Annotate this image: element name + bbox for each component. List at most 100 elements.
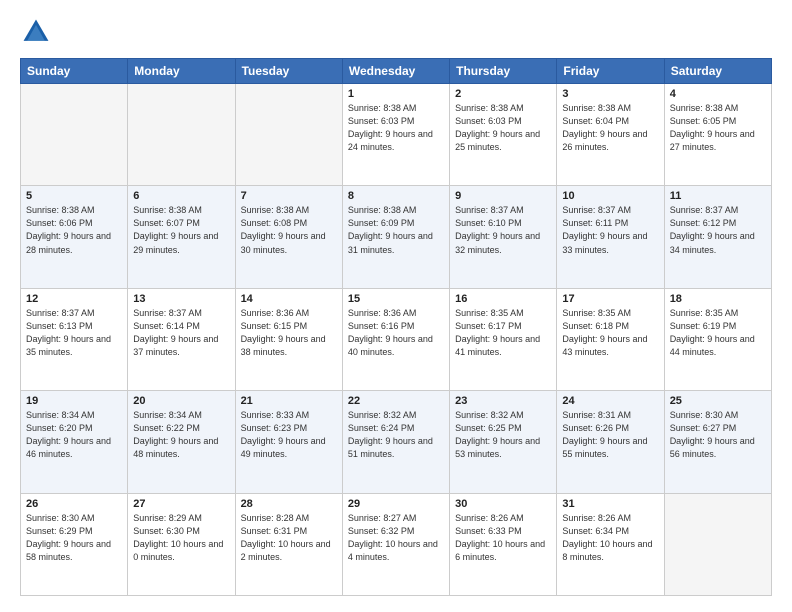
day-info: Sunrise: 8:28 AM Sunset: 6:31 PM Dayligh… xyxy=(241,512,337,564)
table-row: 4 Sunrise: 8:38 AM Sunset: 6:05 PM Daylig… xyxy=(664,84,771,186)
table-row: 24 Sunrise: 8:31 AM Sunset: 6:26 PM Dayli… xyxy=(557,391,664,493)
table-row: 29 Sunrise: 8:27 AM Sunset: 6:32 PM Dayli… xyxy=(342,493,449,595)
calendar-week-row: 1Sunrise: 8:38 AM Sunset: 6:03 PM Daylig… xyxy=(21,84,772,186)
table-row: 20Sunrise: 8:34 AM Sunset: 6:22 PM Dayli… xyxy=(128,391,235,493)
table-row: 10 Sunrise: 8:37 AM Sunset: 6:11 PM Dayli… xyxy=(557,186,664,288)
table-row: 16 Sunrise: 8:35 AM Sunset: 6:17 PM Dayli… xyxy=(450,288,557,390)
day-number: 9 xyxy=(455,190,551,202)
day-number: 19 xyxy=(26,395,122,407)
table-row: 27 Sunrise: 8:29 AM Sunset: 6:30 PM Dayli… xyxy=(128,493,235,595)
day-number: 27 xyxy=(133,498,229,510)
day-info: Sunrise: 8:26 AM Sunset: 6:34 PM Dayligh… xyxy=(562,512,658,564)
day-info: Sunrise: 8:38 AM Sunset: 6:04 PM Dayligh… xyxy=(562,102,658,154)
day-info: Sunrise: 8:38 AM Sunset: 6:08 PM Dayligh… xyxy=(241,204,337,256)
logo xyxy=(20,16,56,48)
day-info: Sunrise: 8:35 AM Sunset: 6:17 PM Dayligh… xyxy=(455,307,551,359)
day-info: Sunrise: 8:35 AM Sunset: 6:18 PM Dayligh… xyxy=(562,307,658,359)
table-row: 18 Sunrise: 8:35 AM Sunset: 6:19 PM Dayli… xyxy=(664,288,771,390)
calendar-week-row: 19Sunrise: 8:34 AM Sunset: 6:20 PM Dayli… xyxy=(21,391,772,493)
table-row: 19Sunrise: 8:34 AM Sunset: 6:20 PM Dayli… xyxy=(21,391,128,493)
day-number: 29 xyxy=(348,498,444,510)
weekday-friday: Friday xyxy=(557,59,664,84)
day-info: Sunrise: 8:27 AM Sunset: 6:32 PM Dayligh… xyxy=(348,512,444,564)
day-number: 14 xyxy=(241,293,337,305)
day-number: 26 xyxy=(26,498,122,510)
day-info: Sunrise: 8:30 AM Sunset: 6:29 PM Dayligh… xyxy=(26,512,122,564)
table-row: 11 Sunrise: 8:37 AM Sunset: 6:12 PM Dayli… xyxy=(664,186,771,288)
table-row: 23 Sunrise: 8:32 AM Sunset: 6:25 PM Dayli… xyxy=(450,391,557,493)
weekday-sunday: Sunday xyxy=(21,59,128,84)
table-row: 3 Sunrise: 8:38 AM Sunset: 6:04 PM Daylig… xyxy=(557,84,664,186)
day-info: Sunrise: 8:30 AM Sunset: 6:27 PM Dayligh… xyxy=(670,409,766,461)
day-number: 6 xyxy=(133,190,229,202)
day-info: Sunrise: 8:37 AM Sunset: 6:13 PM Dayligh… xyxy=(26,307,122,359)
table-row xyxy=(21,84,128,186)
day-number: 13 xyxy=(133,293,229,305)
calendar-week-row: 26 Sunrise: 8:30 AM Sunset: 6:29 PM Dayli… xyxy=(21,493,772,595)
table-row: 14Sunrise: 8:36 AM Sunset: 6:15 PM Dayli… xyxy=(235,288,342,390)
day-number: 15 xyxy=(348,293,444,305)
table-row: 28 Sunrise: 8:28 AM Sunset: 6:31 PM Dayli… xyxy=(235,493,342,595)
table-row: 22 Sunrise: 8:32 AM Sunset: 6:24 PM Dayli… xyxy=(342,391,449,493)
day-number: 17 xyxy=(562,293,658,305)
day-number: 3 xyxy=(562,88,658,100)
table-row: 6 Sunrise: 8:38 AM Sunset: 6:07 PM Daylig… xyxy=(128,186,235,288)
day-number: 30 xyxy=(455,498,551,510)
day-number: 18 xyxy=(670,293,766,305)
day-number: 8 xyxy=(348,190,444,202)
day-info: Sunrise: 8:38 AM Sunset: 6:07 PM Dayligh… xyxy=(133,204,229,256)
table-row: 21Sunrise: 8:33 AM Sunset: 6:23 PM Dayli… xyxy=(235,391,342,493)
calendar-week-row: 12 Sunrise: 8:37 AM Sunset: 6:13 PM Dayli… xyxy=(21,288,772,390)
day-info: Sunrise: 8:38 AM Sunset: 6:05 PM Dayligh… xyxy=(670,102,766,154)
weekday-header-row: SundayMondayTuesdayWednesdayThursdayFrid… xyxy=(21,59,772,84)
day-info: Sunrise: 8:37 AM Sunset: 6:11 PM Dayligh… xyxy=(562,204,658,256)
day-number: 23 xyxy=(455,395,551,407)
weekday-wednesday: Wednesday xyxy=(342,59,449,84)
day-info: Sunrise: 8:32 AM Sunset: 6:24 PM Dayligh… xyxy=(348,409,444,461)
table-row xyxy=(128,84,235,186)
table-row: 2Sunrise: 8:38 AM Sunset: 6:03 PM Daylig… xyxy=(450,84,557,186)
day-info: Sunrise: 8:38 AM Sunset: 6:06 PM Dayligh… xyxy=(26,204,122,256)
day-info: Sunrise: 8:38 AM Sunset: 6:09 PM Dayligh… xyxy=(348,204,444,256)
weekday-thursday: Thursday xyxy=(450,59,557,84)
weekday-tuesday: Tuesday xyxy=(235,59,342,84)
day-info: Sunrise: 8:38 AM Sunset: 6:03 PM Dayligh… xyxy=(348,102,444,154)
day-number: 7 xyxy=(241,190,337,202)
day-number: 25 xyxy=(670,395,766,407)
weekday-monday: Monday xyxy=(128,59,235,84)
table-row: 25 Sunrise: 8:30 AM Sunset: 6:27 PM Dayli… xyxy=(664,391,771,493)
day-number: 11 xyxy=(670,190,766,202)
day-number: 28 xyxy=(241,498,337,510)
day-number: 5 xyxy=(26,190,122,202)
table-row: 17 Sunrise: 8:35 AM Sunset: 6:18 PM Dayli… xyxy=(557,288,664,390)
day-info: Sunrise: 8:31 AM Sunset: 6:26 PM Dayligh… xyxy=(562,409,658,461)
day-info: Sunrise: 8:34 AM Sunset: 6:22 PM Dayligh… xyxy=(133,409,229,461)
table-row xyxy=(235,84,342,186)
day-info: Sunrise: 8:37 AM Sunset: 6:12 PM Dayligh… xyxy=(670,204,766,256)
table-row: 30Sunrise: 8:26 AM Sunset: 6:33 PM Dayli… xyxy=(450,493,557,595)
table-row: 12 Sunrise: 8:37 AM Sunset: 6:13 PM Dayli… xyxy=(21,288,128,390)
day-info: Sunrise: 8:32 AM Sunset: 6:25 PM Dayligh… xyxy=(455,409,551,461)
weekday-saturday: Saturday xyxy=(664,59,771,84)
day-number: 22 xyxy=(348,395,444,407)
day-number: 16 xyxy=(455,293,551,305)
day-number: 31 xyxy=(562,498,658,510)
day-info: Sunrise: 8:29 AM Sunset: 6:30 PM Dayligh… xyxy=(133,512,229,564)
day-number: 21 xyxy=(241,395,337,407)
day-number: 24 xyxy=(562,395,658,407)
table-row: 5 Sunrise: 8:38 AM Sunset: 6:06 PM Daylig… xyxy=(21,186,128,288)
table-row: 26 Sunrise: 8:30 AM Sunset: 6:29 PM Dayli… xyxy=(21,493,128,595)
day-number: 4 xyxy=(670,88,766,100)
table-row: 8 Sunrise: 8:38 AM Sunset: 6:09 PM Daylig… xyxy=(342,186,449,288)
day-info: Sunrise: 8:35 AM Sunset: 6:19 PM Dayligh… xyxy=(670,307,766,359)
day-info: Sunrise: 8:38 AM Sunset: 6:03 PM Dayligh… xyxy=(455,102,551,154)
table-row: 13 Sunrise: 8:37 AM Sunset: 6:14 PM Dayli… xyxy=(128,288,235,390)
day-number: 12 xyxy=(26,293,122,305)
day-info: Sunrise: 8:36 AM Sunset: 6:16 PM Dayligh… xyxy=(348,307,444,359)
table-row: 15 Sunrise: 8:36 AM Sunset: 6:16 PM Dayli… xyxy=(342,288,449,390)
day-number: 10 xyxy=(562,190,658,202)
table-row: 7 Sunrise: 8:38 AM Sunset: 6:08 PM Daylig… xyxy=(235,186,342,288)
calendar-table: SundayMondayTuesdayWednesdayThursdayFrid… xyxy=(20,58,772,596)
day-info: Sunrise: 8:37 AM Sunset: 6:14 PM Dayligh… xyxy=(133,307,229,359)
table-row: 1Sunrise: 8:38 AM Sunset: 6:03 PM Daylig… xyxy=(342,84,449,186)
